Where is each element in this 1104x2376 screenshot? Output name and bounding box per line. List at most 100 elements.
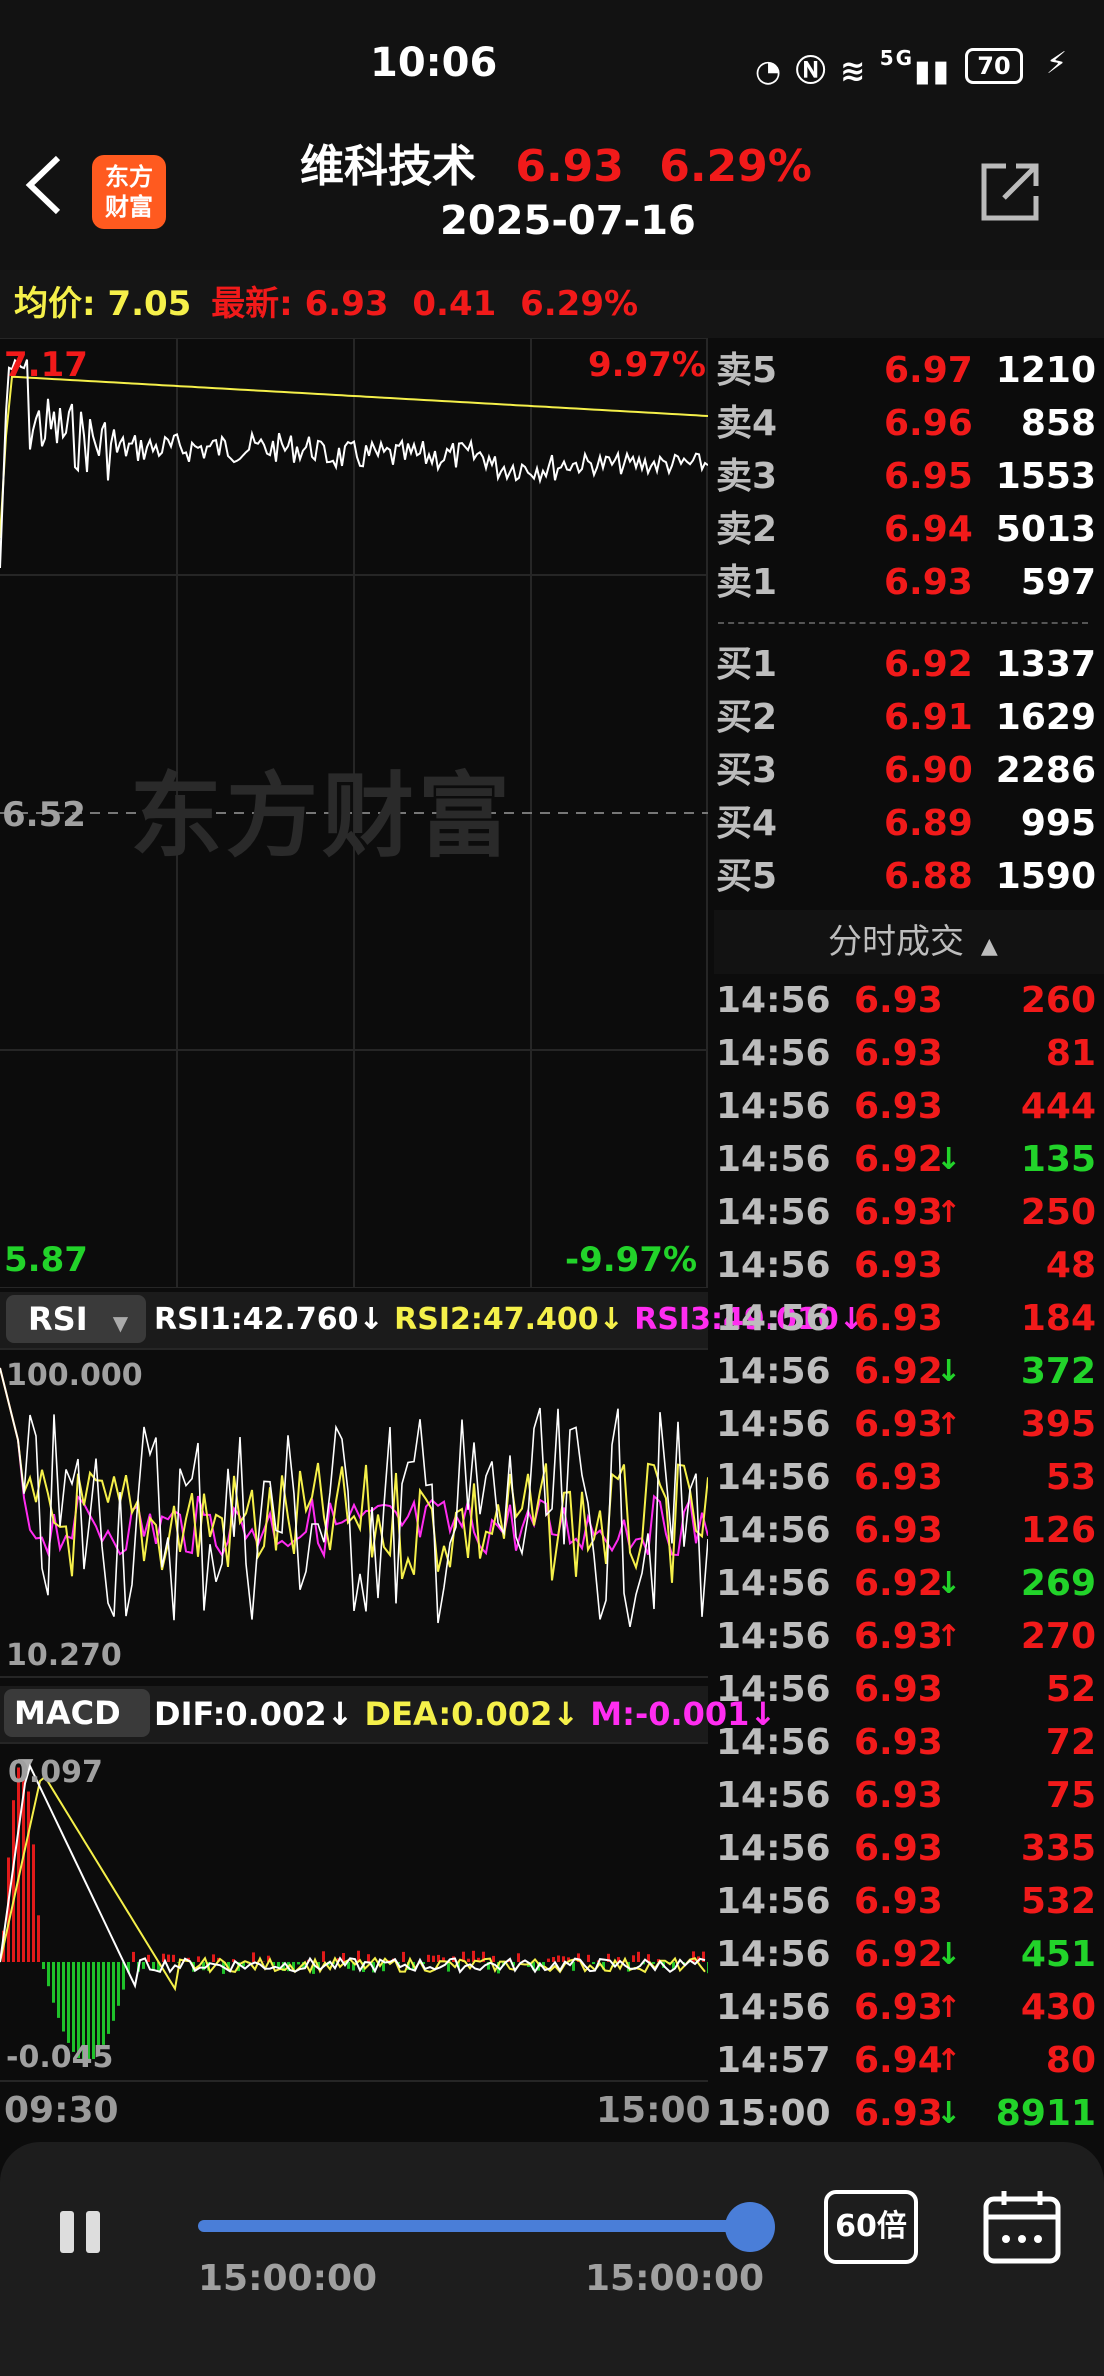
trade-row: 14:56 6.93 260 bbox=[714, 974, 1104, 1027]
trade-volume: 270 bbox=[1020, 1616, 1096, 1657]
trade-row: 14:56 6.93 52 bbox=[714, 1663, 1104, 1716]
level-volume: 1590 bbox=[995, 856, 1096, 897]
trade-row: 14:56 6.93 ↑ 270 bbox=[714, 1610, 1104, 1663]
trade-row: 14:56 6.93 53 bbox=[714, 1451, 1104, 1504]
trade-volume: 81 bbox=[1045, 1033, 1096, 1074]
ask-row[interactable]: 卖5 6.97 1210 bbox=[714, 344, 1104, 397]
trade-price: 6.93 bbox=[854, 1881, 943, 1922]
price-info-bar: 均价: 7.05 最新: 6.93 0.41 6.29% bbox=[0, 270, 1104, 338]
macd-bar bbox=[47, 1962, 50, 1987]
bid-row[interactable]: 买2 6.91 1629 bbox=[714, 691, 1104, 744]
trade-row: 14:56 6.93 126 bbox=[714, 1504, 1104, 1557]
trade-price: 6.93 bbox=[854, 980, 943, 1021]
trade-price: 6.93 bbox=[854, 1510, 943, 1551]
trade-row: 14:56 6.93 81 bbox=[714, 1027, 1104, 1080]
macd-dea-value: DEA:0.002↓ bbox=[364, 1695, 580, 1733]
macd-bar bbox=[17, 1767, 20, 1962]
playback-slider-handle[interactable] bbox=[725, 2202, 775, 2252]
trade-row: 14:56 6.93 184 bbox=[714, 1292, 1104, 1345]
macd-bar bbox=[492, 1955, 495, 1962]
order-book-divider bbox=[718, 622, 1088, 624]
rsi-bottom-label: 10.270 bbox=[6, 1638, 122, 1673]
watermark: 东方财富 bbox=[130, 763, 515, 870]
trade-price: 6.94 bbox=[854, 2040, 943, 2081]
trade-row: 14:56 6.92 ↓ 269 bbox=[714, 1557, 1104, 1610]
trade-volume: 126 bbox=[1020, 1510, 1096, 1551]
macd-bar bbox=[37, 1915, 40, 1962]
trade-volume: 135 bbox=[1020, 1139, 1096, 1180]
pause-button[interactable] bbox=[54, 2205, 108, 2259]
bid-row[interactable]: 买4 6.89 995 bbox=[714, 797, 1104, 850]
trade-direction-arrow: ↓ bbox=[936, 1142, 962, 1177]
trade-row: 14:56 6.93 532 bbox=[714, 1875, 1104, 1928]
level-label: 卖2 bbox=[716, 509, 778, 550]
back-button[interactable] bbox=[22, 150, 66, 234]
macd-bar bbox=[707, 1962, 708, 1974]
level-volume: 597 bbox=[1020, 562, 1096, 603]
ask-row[interactable]: 卖2 6.94 5013 bbox=[714, 503, 1104, 556]
trade-date: 2025-07-16 bbox=[440, 198, 696, 244]
macd-bar bbox=[432, 1955, 435, 1962]
macd-indicator-select[interactable]: MACD ▼ bbox=[4, 1689, 150, 1777]
trade-volume: 48 bbox=[1045, 1245, 1096, 1286]
macd-bar bbox=[427, 1954, 430, 1962]
level-price: 6.95 bbox=[884, 456, 973, 497]
macd-bar bbox=[692, 1951, 695, 1962]
level-volume: 1629 bbox=[995, 697, 1096, 738]
macd-bar bbox=[367, 1954, 370, 1962]
speed-button[interactable]: 60倍 bbox=[824, 2190, 918, 2264]
level-price: 6.93 bbox=[884, 562, 973, 603]
trade-time: 14:56 bbox=[716, 1351, 831, 1392]
external-link-icon bbox=[981, 163, 1039, 221]
trades-header[interactable]: 分时成交 ▲ bbox=[714, 910, 1104, 974]
macd-bar bbox=[12, 1800, 15, 1962]
macd-bar bbox=[297, 1962, 300, 1965]
trade-direction-arrow: ↓ bbox=[936, 2096, 962, 2131]
trade-price: 6.93 bbox=[854, 1457, 943, 1498]
triangle-up-icon: ▲ bbox=[980, 934, 998, 959]
trade-volume: 72 bbox=[1045, 1722, 1096, 1763]
macd-bar bbox=[322, 1951, 325, 1962]
share-button[interactable] bbox=[978, 160, 1042, 224]
level-volume: 5013 bbox=[995, 509, 1096, 550]
trade-time: 14:56 bbox=[716, 1722, 831, 1763]
dea-line bbox=[0, 1775, 706, 1992]
trade-price: 6.93 bbox=[854, 1192, 943, 1233]
trade-time: 14:56 bbox=[716, 1775, 831, 1816]
macd-bar bbox=[547, 1958, 550, 1962]
macd-values: DIF:0.002↓ DEA:0.002↓ M:-0.001↓ bbox=[154, 1692, 776, 1736]
level-label: 买2 bbox=[716, 697, 778, 738]
macd-bar bbox=[252, 1952, 255, 1962]
speedometer-icon: ◔ bbox=[755, 54, 784, 89]
trade-volume: 250 bbox=[1020, 1192, 1096, 1233]
trade-volume: 53 bbox=[1045, 1457, 1096, 1498]
trade-price: 6.93 bbox=[854, 1086, 943, 1127]
current-time: 15:00:00 bbox=[198, 2258, 378, 2299]
rsi2-value: RSI2:47.400↓ bbox=[394, 1302, 624, 1337]
ask-row[interactable]: 卖3 6.95 1553 bbox=[714, 450, 1104, 503]
rsi1-value: RSI1:42.760↓ bbox=[154, 1302, 384, 1337]
macd-bar bbox=[107, 1962, 110, 2034]
macd-bar bbox=[62, 1962, 65, 2032]
ask-row[interactable]: 卖1 6.93 597 bbox=[714, 556, 1104, 609]
trade-time: 14:56 bbox=[716, 1457, 831, 1498]
rsi-indicator-select[interactable]: RSI ▼ bbox=[6, 1295, 146, 1343]
bid-row[interactable]: 买1 6.92 1337 bbox=[714, 638, 1104, 691]
playback-slider[interactable] bbox=[198, 2220, 768, 2232]
trades-list: 14:56 6.93 260 14:56 6.93 81 14:56 6.93 444 14:56… bbox=[714, 974, 1104, 2139]
ask-row[interactable]: 卖4 6.96 858 bbox=[714, 397, 1104, 450]
trade-time: 14:56 bbox=[716, 1245, 831, 1286]
macd-bar bbox=[632, 1955, 635, 1962]
bid-row[interactable]: 买5 6.88 1590 bbox=[714, 850, 1104, 903]
trade-volume: 80 bbox=[1045, 2040, 1096, 2081]
latest-label: 最新: bbox=[211, 284, 293, 324]
trade-direction-arrow: ↑ bbox=[936, 1619, 962, 1654]
status-icons: ◔ Ⓝ ≋ 5G▮▮ bbox=[755, 46, 951, 90]
level-label: 卖1 bbox=[716, 562, 778, 603]
trade-time: 14:56 bbox=[716, 1086, 831, 1127]
trade-price: 6.93 bbox=[854, 1298, 943, 1339]
calendar-button[interactable] bbox=[980, 2185, 1064, 2269]
macd-bar bbox=[32, 1844, 35, 1962]
bid-row[interactable]: 买3 6.90 2286 bbox=[714, 744, 1104, 797]
time-axis: 09:30 15:00 bbox=[0, 2082, 711, 2142]
